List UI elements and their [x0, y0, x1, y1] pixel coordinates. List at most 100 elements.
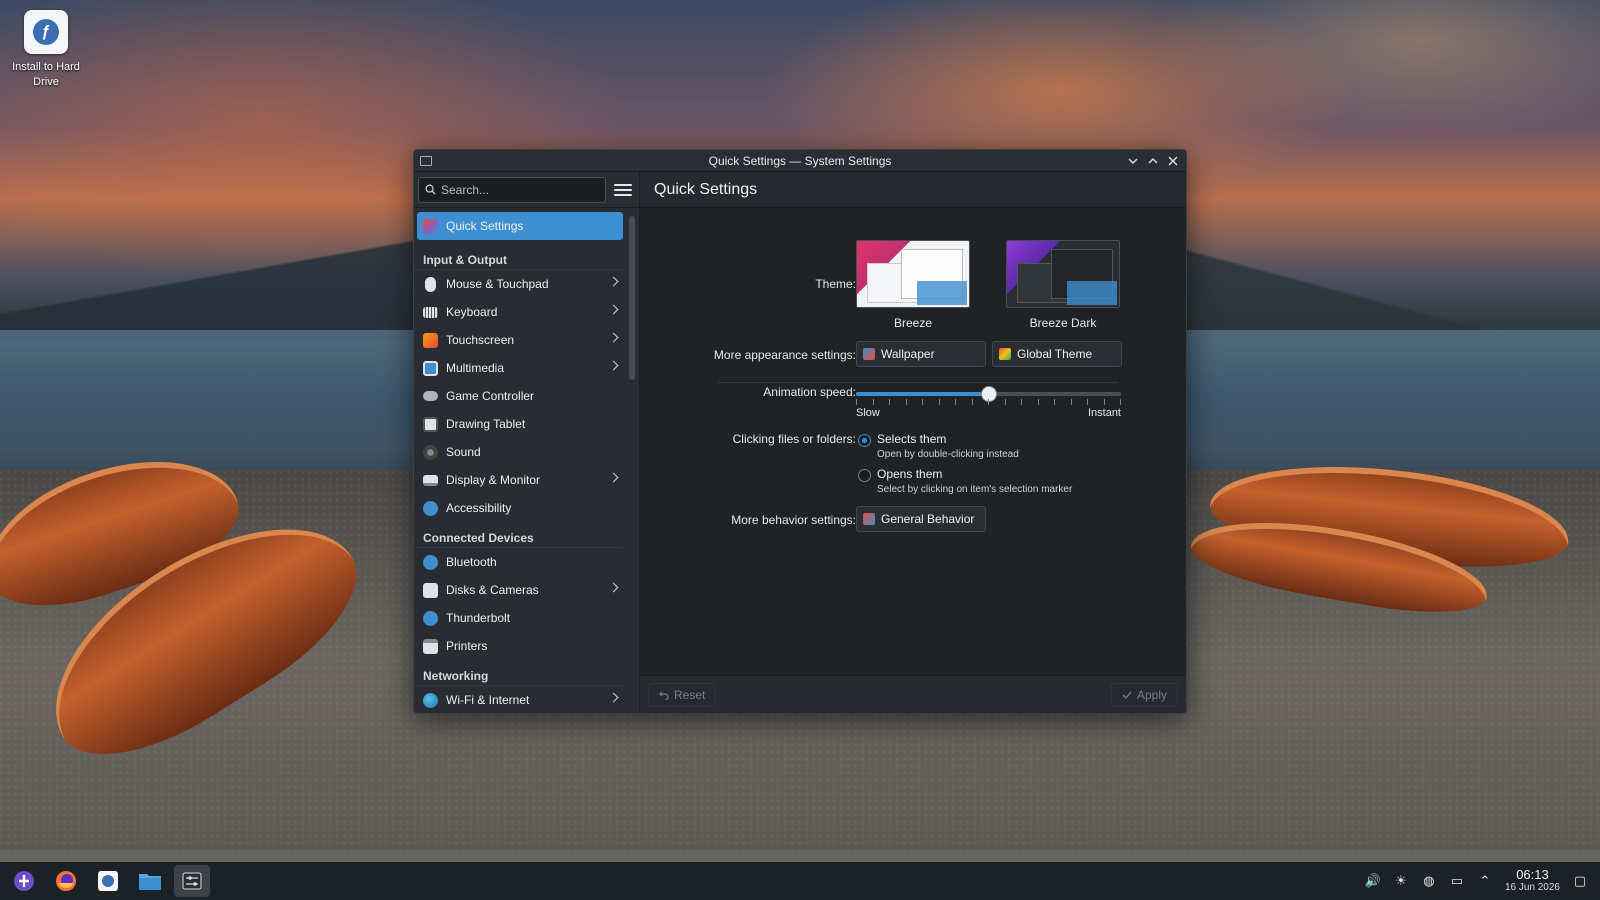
taskbar-installer[interactable] — [90, 865, 126, 897]
sidebar-item-label: Wi-Fi & Internet — [446, 693, 530, 707]
clicking-files-label: Clicking files or folders: — [732, 432, 856, 446]
desktop-icon-label: Install to Hard Drive — [12, 61, 80, 88]
sidebar-item-label: Sound — [446, 445, 481, 459]
clock-date: 16 Jun 2026 — [1504, 882, 1560, 893]
sidebar-item-accessibility[interactable]: Accessibility — [417, 494, 623, 522]
chevron-right-icon — [608, 276, 619, 287]
brightness-icon[interactable]: ☀ — [1393, 873, 1409, 889]
folder-icon — [139, 874, 161, 890]
theme-name: Breeze — [893, 316, 933, 330]
window-titlebar[interactable]: Quick Settings — System Settings — [414, 150, 1186, 172]
sidebar-item-quick-settings[interactable]: Quick Settings — [417, 212, 623, 240]
sidebar-item-label: Printers — [446, 639, 488, 653]
taskbar-firefox[interactable] — [48, 865, 84, 897]
reset-button[interactable]: Reset — [648, 683, 717, 707]
clock[interactable]: 06:13 16 Jun 2026 — [1505, 868, 1560, 894]
theme-label: Theme: — [815, 277, 856, 291]
sidebar-scrollbar[interactable] — [629, 216, 635, 380]
speaker-icon — [423, 444, 438, 460]
animation-speed-label: Animation speed: — [763, 385, 856, 399]
radio-selects-them[interactable] — [858, 434, 871, 447]
global-theme-button[interactable]: Global Theme — [992, 341, 1122, 367]
section-header-networking: Networking — [414, 660, 623, 686]
sidebar-item-label: Bluetooth — [446, 555, 497, 569]
sidebar-item-multimedia[interactable]: Multimedia — [417, 354, 623, 382]
sidebar-item-thunderbolt[interactable]: Thunderbolt — [417, 604, 623, 632]
taskbar-system-settings[interactable] — [174, 865, 210, 897]
sidebar-item-label: Game Controller — [446, 389, 535, 403]
sidebar-item-display-monitor[interactable]: Display & Monitor — [417, 466, 623, 494]
chevron-right-icon — [608, 582, 619, 593]
page-title: Quick Settings — [640, 172, 1186, 208]
chevron-up-icon[interactable]: ⌃ — [1477, 873, 1493, 889]
sidebar-item-game-controller[interactable]: Game Controller — [417, 382, 623, 410]
system-tray: 🔊 ☀ ◍ ▭ ⌃ 06:13 16 Jun 2026 ▢ — [1365, 868, 1600, 894]
thunderbolt-icon — [423, 610, 438, 626]
sidebar-item-label: Multimedia — [446, 361, 505, 375]
radio-label: Opens them — [877, 467, 943, 481]
animation-speed-slider[interactable] — [856, 386, 1121, 402]
radio-opens-them[interactable] — [858, 469, 871, 482]
sidebar-item-label: Accessibility — [446, 501, 512, 515]
sidebar-item-printers[interactable]: Printers — [417, 632, 623, 660]
radio-label: Selects them — [877, 432, 947, 446]
sidebar-item-label: Keyboard — [446, 305, 498, 319]
general-behavior-button[interactable]: General Behavior — [856, 506, 986, 532]
radio-hint: Select by clicking on item's selection m… — [877, 484, 1073, 495]
apply-button[interactable]: Apply — [1110, 683, 1178, 707]
volume-icon[interactable]: 🔊 — [1365, 873, 1381, 889]
sidebar-item-wifi-internet[interactable]: Wi-Fi & Internet — [417, 686, 623, 713]
chevron-down-icon — [1128, 158, 1138, 164]
app-launcher-button[interactable] — [6, 865, 42, 897]
network-icon[interactable]: ◍ — [1421, 873, 1437, 889]
show-desktop-icon[interactable]: ▢ — [1572, 873, 1588, 889]
global-theme-icon — [999, 348, 1011, 360]
hamburger-menu-button[interactable] — [614, 181, 632, 199]
theme-name: Breeze Dark — [1029, 316, 1097, 330]
radio-hint: Open by double-clicking instead — [877, 449, 1019, 460]
sidebar-item-drawing-tablet[interactable]: Drawing Tablet — [417, 410, 623, 438]
search-field[interactable] — [418, 176, 606, 203]
theme-thumbnail — [1006, 240, 1120, 308]
sidebar-item-touchscreen[interactable]: Touchscreen — [417, 326, 623, 354]
undo-icon — [659, 691, 669, 700]
accessibility-icon — [423, 500, 438, 516]
taskbar: 🔊 ☀ ◍ ▭ ⌃ 06:13 16 Jun 2026 ▢ — [0, 862, 1600, 900]
slider-fill — [856, 392, 989, 396]
sidebar-item-mouse-touchpad[interactable]: Mouse & Touchpad — [417, 270, 623, 298]
sidebar-item-label: Mouse & Touchpad — [446, 277, 549, 291]
bluetooth-icon — [423, 554, 438, 570]
multimedia-icon — [423, 360, 438, 376]
keyboard-icon — [423, 306, 438, 318]
display-icon[interactable]: ▭ — [1449, 873, 1465, 889]
firefox-icon — [56, 871, 76, 891]
theme-option-breeze-dark[interactable]: Breeze Dark — [1006, 240, 1120, 330]
sidebar-item-label: Drawing Tablet — [446, 417, 526, 431]
sidebar-item-label: Quick Settings — [446, 219, 524, 233]
close-button[interactable] — [1166, 154, 1180, 168]
minimize-button[interactable] — [1126, 154, 1140, 168]
settings-sliders-icon — [182, 872, 202, 890]
theme-thumbnail — [856, 240, 970, 308]
chevron-right-icon — [608, 472, 619, 483]
slider-max-label: Instant — [1087, 407, 1121, 419]
sidebar-item-bluetooth[interactable]: Bluetooth — [417, 548, 623, 576]
wallpaper-button[interactable]: Wallpaper — [856, 341, 986, 367]
behavior-label: More behavior settings: — [731, 513, 856, 527]
sidebar-item-label: Thunderbolt — [446, 611, 511, 625]
sidebar-nav: Quick Settings Input & Output Mouse & To… — [414, 208, 639, 713]
divider — [718, 382, 1118, 383]
sidebar-item-label: Touchscreen — [446, 333, 515, 347]
chevron-up-icon — [1148, 157, 1158, 163]
taskbar-file-manager[interactable] — [132, 865, 168, 897]
slider-ticks — [856, 399, 1121, 405]
search-input[interactable] — [441, 182, 591, 197]
theme-option-breeze[interactable]: Breeze — [856, 240, 970, 330]
maximize-button[interactable] — [1146, 154, 1160, 168]
desktop-icon-install[interactable]: ƒ Install to Hard Drive — [6, 10, 86, 90]
sidebar-item-sound[interactable]: Sound — [417, 438, 623, 466]
globe-icon — [423, 692, 438, 708]
sidebar-item-keyboard[interactable]: Keyboard — [417, 298, 623, 326]
sidebar-item-disks-cameras[interactable]: Disks & Cameras — [417, 576, 623, 604]
close-icon — [1168, 156, 1178, 165]
